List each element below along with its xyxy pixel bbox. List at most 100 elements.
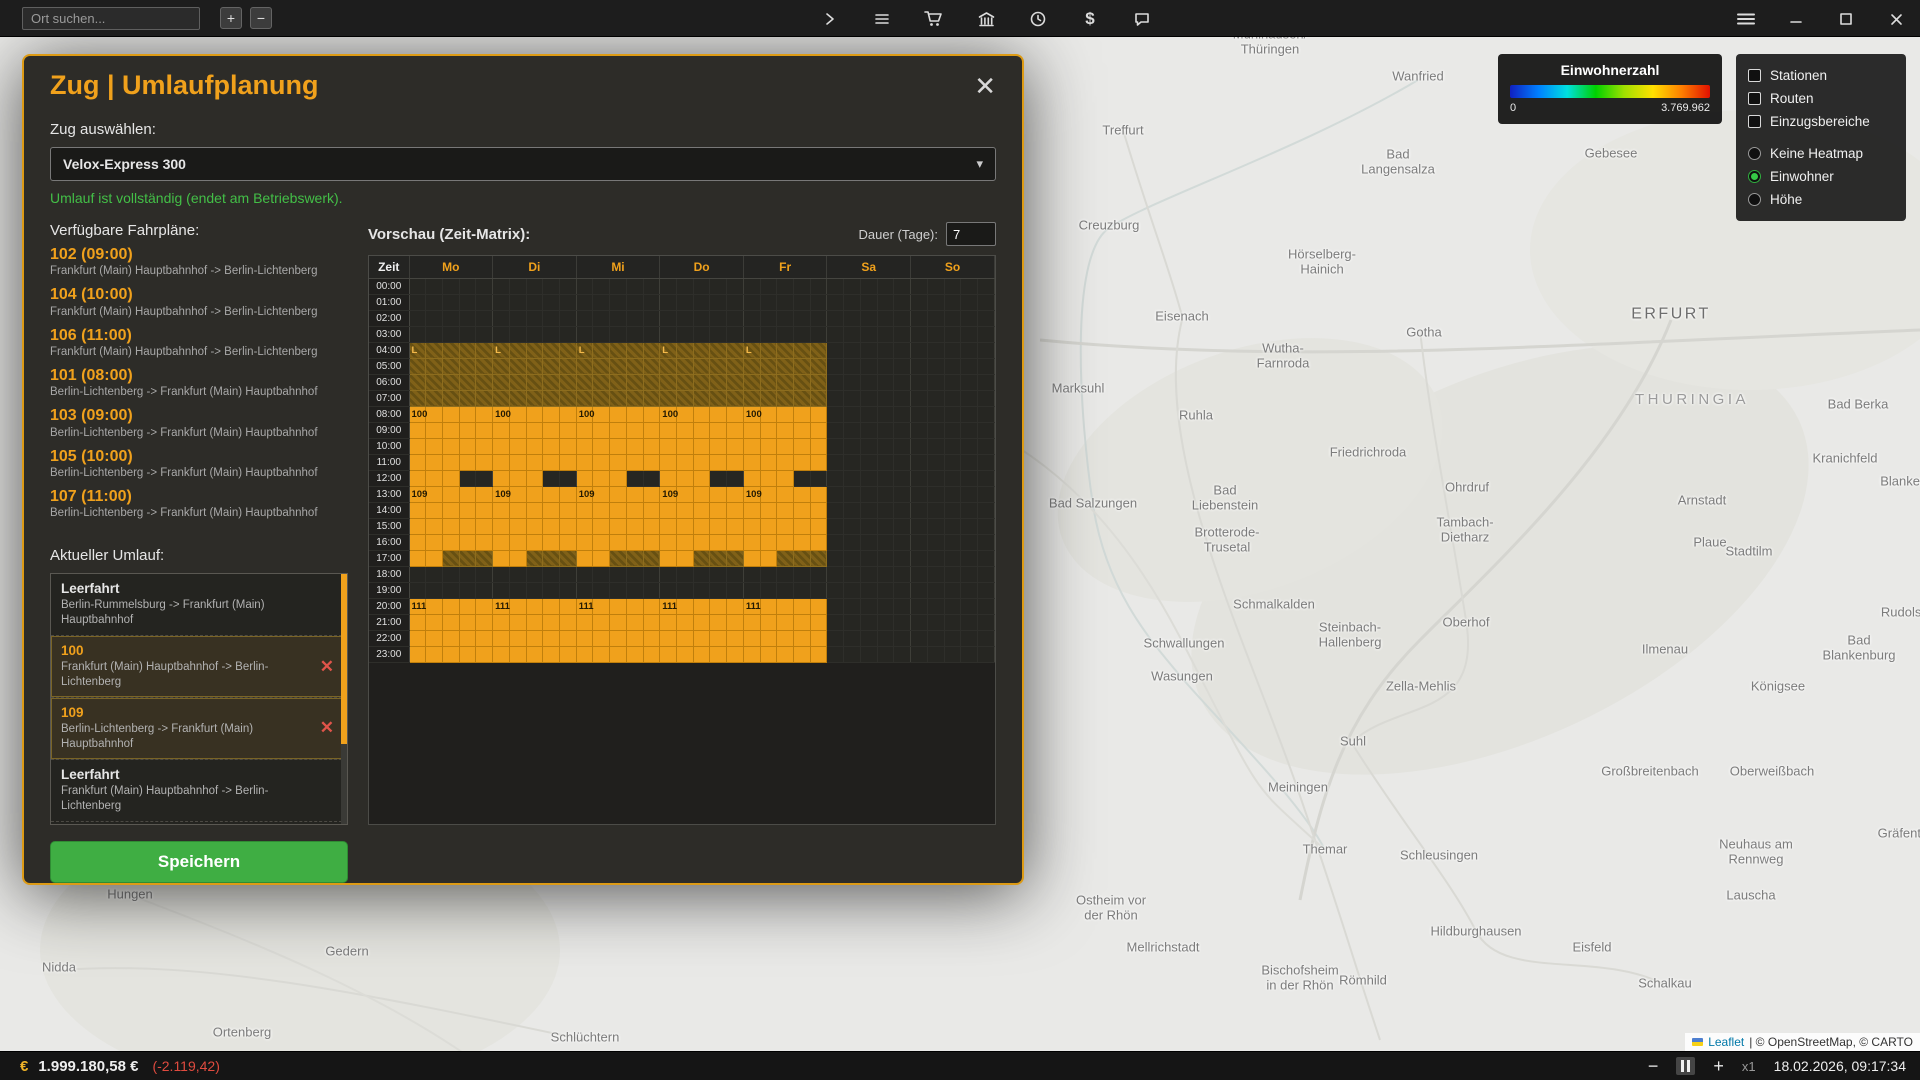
matrix-cell [944,646,961,662]
building-icon[interactable] [974,6,998,32]
matrix-cell [860,614,877,630]
umlauf-item[interactable]: 100Frankfurt (Main) Hauptbahnhof -> Berl… [51,636,347,698]
matrix-cell [961,566,978,582]
matrix-cell [610,502,627,518]
layer-toggle[interactable]: Routen [1748,87,1894,110]
matrix-cell [927,646,944,662]
heatmap-radio[interactable]: Höhe [1748,188,1894,211]
legend-gradient [1510,85,1710,98]
matrix-cell [894,422,911,438]
zoom-out-button[interactable]: − [250,7,272,29]
matrix-cell [810,566,827,582]
matrix-cell [944,278,961,294]
fahrplan-item[interactable]: 107 (11:00)Berlin-Lichtenberg -> Frankfu… [50,488,348,521]
minimize-icon[interactable] [1784,6,1808,32]
chat-icon[interactable] [1130,6,1154,32]
matrix-cell [442,422,459,438]
matrix-cell [426,646,443,662]
dialog-header[interactable]: Zug | Umlaufplanung ✕ [24,56,1022,111]
leaflet-link[interactable]: Leaflet [1708,1035,1744,1049]
matrix-cell [576,358,593,374]
clock-icon[interactable] [1026,6,1050,32]
selected-train: Velox-Express 300 [63,156,186,172]
matrix-cell [944,454,961,470]
matrix-cell [677,518,694,534]
fahrplan-item[interactable]: 101 (08:00)Berlin-Lichtenberg -> Frankfu… [50,367,348,400]
pause-button[interactable] [1676,1057,1695,1075]
heatmap-radio[interactable]: Einwohner [1748,165,1894,188]
matrix-cell [894,614,911,630]
matrix-cell [593,470,610,486]
cart-icon[interactable] [922,6,946,32]
matrix-cell [576,390,593,406]
heatmap-radio[interactable]: Keine Heatmap [1748,142,1894,165]
matrix-cell [877,326,894,342]
speed-up-button[interactable]: + [1713,1057,1724,1075]
matrix-cell [827,598,844,614]
app-menu-icon[interactable] [1734,6,1758,32]
leaflet-flag-icon [1692,1038,1703,1046]
matrix-trip-label: 111 [746,601,761,612]
speed-indicator: x1 [1742,1059,1756,1074]
matrix-cell [693,566,710,582]
train-select[interactable]: Velox-Express 300 ▾ [50,147,996,181]
matrix-cell [476,582,493,598]
speed-down-button[interactable]: − [1648,1057,1659,1075]
matrix-cell [593,342,610,358]
matrix-cell [610,598,627,614]
checkbox-icon[interactable] [1748,69,1761,82]
radio-icon[interactable] [1748,147,1761,160]
matrix-cell [777,582,794,598]
radio-icon[interactable] [1748,170,1761,183]
scrollbar-thumb[interactable] [341,574,347,744]
layer-toggle[interactable]: Einzugsbereiche [1748,110,1894,133]
dialog-close-button[interactable]: ✕ [974,73,996,99]
close-icon[interactable] [1884,6,1908,32]
matrix-cell [660,518,677,534]
fahrplan-item[interactable]: 105 (10:00)Berlin-Lichtenberg -> Frankfu… [50,448,348,481]
matrix-cell [810,486,827,502]
umlauf-item[interactable]: LeerfahrtBerlin-Rummelsburg -> Frankfurt… [51,574,347,636]
matrix-cell [944,502,961,518]
save-button[interactable]: Speichern [50,841,348,883]
fahrplan-item[interactable]: 104 (10:00)Frankfurt (Main) Hauptbahnhof… [50,286,348,319]
umlauf-scrollbar[interactable] [341,574,347,824]
fahrplan-item[interactable]: 103 (09:00)Berlin-Lichtenberg -> Frankfu… [50,407,348,440]
matrix-cell [493,534,510,550]
maximize-icon[interactable] [1834,6,1858,32]
menu-icon[interactable] [870,6,894,32]
remove-trip-button[interactable]: ✕ [320,657,334,677]
matrix-cell [827,278,844,294]
remove-trip-button[interactable]: ✕ [320,718,334,738]
finance-icon[interactable]: $ [1078,6,1102,32]
matrix-day-header: Do [660,256,744,278]
search-input[interactable] [22,7,200,30]
matrix-cell [727,614,744,630]
matrix-cell [827,502,844,518]
matrix-cell [526,630,543,646]
checkbox-icon[interactable] [1748,115,1761,128]
matrix-cell [710,518,727,534]
matrix-cell [459,342,476,358]
matrix-cell [409,502,426,518]
umlauf-item[interactable]: LeerfahrtFrankfurt (Main) Hauptbahnhof -… [51,760,347,822]
matrix-cell [693,374,710,390]
duration-input[interactable] [946,222,996,246]
fahrplan-item[interactable]: 102 (09:00)Frankfurt (Main) Hauptbahnhof… [50,246,348,279]
checkbox-icon[interactable] [1748,92,1761,105]
umlauf-item[interactable]: 109Berlin-Lichtenberg -> Frankfurt (Main… [51,698,347,760]
duration-label: Dauer (Tage): [859,227,938,242]
matrix-cell [827,406,844,422]
matrix-cell [660,374,677,390]
matrix-time-label: 03:00 [369,326,409,342]
matrix-cell [827,342,844,358]
radio-icon[interactable] [1748,193,1761,206]
zoom-in-button[interactable]: + [220,7,242,29]
layer-toggle[interactable]: Stationen [1748,64,1894,87]
matrix-cell [509,454,526,470]
chevron-right-icon[interactable] [818,6,842,32]
matrix-cell [559,646,576,662]
fahrplan-item[interactable]: 106 (11:00)Frankfurt (Main) Hauptbahnhof… [50,327,348,360]
matrix-cell [593,630,610,646]
matrix-cell [593,502,610,518]
